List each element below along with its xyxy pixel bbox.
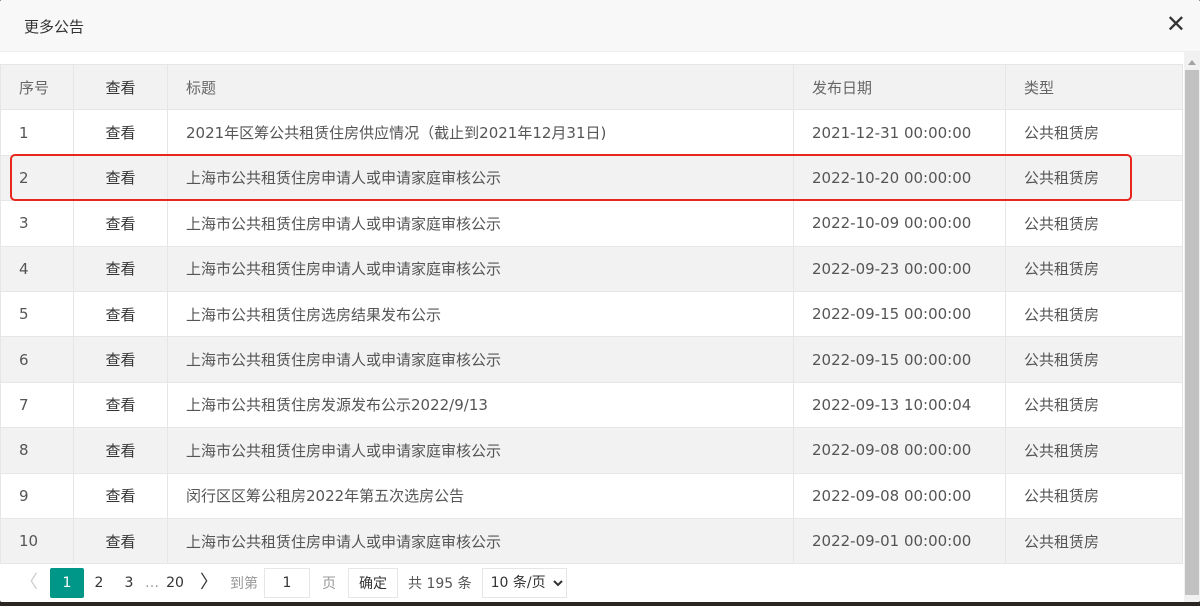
table-row: 7 查看 上海市公共租赁住房发源发布公示2022/9/13 2022-09-13 10… xyxy=(0,381,1183,429)
row-index: 5 xyxy=(0,290,74,338)
row-date: 2022-09-01 00:00:00 xyxy=(793,517,1006,565)
table-row: 6 查看 上海市公共租赁住房申请人或申请家庭审核公示 2022-09-15 00:00… xyxy=(0,336,1183,383)
prev-page-button[interactable]: 〈 xyxy=(14,568,44,598)
col-type: 类型 xyxy=(1005,63,1183,111)
row-date: 2021-12-31 00:00:00 xyxy=(793,109,1006,156)
row-index: 7 xyxy=(0,381,74,429)
view-link[interactable]: 查看 xyxy=(73,336,168,383)
row-index: 6 xyxy=(0,336,74,383)
col-index: 序号 xyxy=(0,63,74,111)
page-2-button[interactable]: 2 xyxy=(84,568,114,598)
row-title: 2021年区筹公共租赁住房供应情况（截止到2021年12月31日) xyxy=(167,109,794,156)
view-link[interactable]: 查看 xyxy=(73,517,168,565)
row-date: 2022-09-08 00:00:00 xyxy=(793,472,1006,519)
scroll-up-icon[interactable] xyxy=(1188,60,1196,65)
table-row: 4 查看 上海市公共租赁住房申请人或申请家庭审核公示 2022-09-23 00:00… xyxy=(0,245,1183,292)
row-date: 2022-10-09 00:00:00 xyxy=(793,200,1006,247)
row-date: 2022-09-15 00:00:00 xyxy=(793,290,1006,338)
table-row: 1 查看 2021年区筹公共租赁住房供应情况（截止到2021年12月31日) 2021… xyxy=(0,109,1183,156)
scrollbar[interactable] xyxy=(1184,52,1200,602)
announcements-dialog: 更多公告 ✕ 序号 查看 标题 发布日期 类型 1 查看 2021年区筹公共租赁住房… xyxy=(0,0,1200,602)
row-index: 3 xyxy=(0,200,74,247)
page-3-button[interactable]: 3 xyxy=(114,568,144,598)
page-1-button[interactable]: 1 xyxy=(50,567,84,598)
row-type: 公共租赁房 xyxy=(1005,200,1183,247)
row-type: 公共租赁房 xyxy=(1005,109,1183,156)
pagination: 〈 1 2 3 … 20 〉 到第 页 确定 共 195 条 10 条/页 xyxy=(0,563,1182,602)
view-link[interactable]: 查看 xyxy=(73,245,168,292)
row-date: 2022-09-23 00:00:00 xyxy=(793,245,1006,292)
page-20-button[interactable]: 20 xyxy=(160,568,190,598)
row-type: 公共租赁房 xyxy=(1005,336,1183,383)
col-date: 发布日期 xyxy=(793,63,1006,111)
row-index: 8 xyxy=(0,427,74,474)
row-index: 10 xyxy=(0,517,74,565)
table-row: 8 查看 上海市公共租赁住房申请人或申请家庭审核公示 2022-09-08 00:00… xyxy=(0,427,1183,474)
row-type: 公共租赁房 xyxy=(1005,472,1183,519)
row-index: 2 xyxy=(0,154,74,202)
goto-label: 到第 xyxy=(230,575,258,592)
view-link[interactable]: 查看 xyxy=(73,109,168,156)
view-link[interactable]: 查看 xyxy=(73,427,168,474)
announcements-table: 序号 查看 标题 发布日期 类型 1 查看 2021年区筹公共租赁住房供应情况（截止… xyxy=(0,63,1183,565)
page-size-select[interactable]: 10 条/页 xyxy=(481,567,567,598)
row-date: 2022-09-13 10:00:04 xyxy=(793,381,1006,429)
row-type: 公共租赁房 xyxy=(1005,245,1183,292)
table-header-row: 序号 查看 标题 发布日期 类型 xyxy=(0,63,1183,111)
page-label: 页 xyxy=(322,575,336,592)
table-row: 9 查看 闵行区区筹公租房2022年第五次选房公告 2022-09-08 00:00:… xyxy=(0,472,1183,519)
row-type: 公共租赁房 xyxy=(1005,427,1183,474)
col-view: 查看 xyxy=(73,63,168,111)
view-link[interactable]: 查看 xyxy=(73,200,168,247)
table-row: 5 查看 上海市公共租赁住房选房结果发布公示 2022-09-15 00:00:00 公… xyxy=(0,290,1183,338)
view-link[interactable]: 查看 xyxy=(73,381,168,429)
col-title: 标题 xyxy=(167,63,794,111)
row-type: 公共租赁房 xyxy=(1005,290,1183,338)
row-title: 上海市公共租赁住房申请人或申请家庭审核公示 xyxy=(167,336,794,383)
row-type: 公共租赁房 xyxy=(1005,381,1183,429)
row-title: 上海市公共租赁住房申请人或申请家庭审核公示 xyxy=(167,154,794,202)
table-row: 3 查看 上海市公共租赁住房申请人或申请家庭审核公示 2022-10-09 00:00… xyxy=(0,200,1183,247)
row-index: 9 xyxy=(0,472,74,519)
row-title: 闵行区区筹公租房2022年第五次选房公告 xyxy=(167,472,794,519)
view-link[interactable]: 查看 xyxy=(73,472,168,519)
row-title: 上海市公共租赁住房申请人或申请家庭审核公示 xyxy=(167,245,794,292)
dialog-header: 更多公告 ✕ xyxy=(0,0,1200,52)
pagination-ellipsis: … xyxy=(145,574,159,591)
row-title: 上海市公共租赁住房申请人或申请家庭审核公示 xyxy=(167,517,794,565)
row-title: 上海市公共租赁住房选房结果发布公示 xyxy=(167,290,794,338)
row-title: 上海市公共租赁住房申请人或申请家庭审核公示 xyxy=(167,200,794,247)
close-icon[interactable]: ✕ xyxy=(1166,12,1186,36)
row-date: 2022-09-15 00:00:00 xyxy=(793,336,1006,383)
table-row: 10 查看 上海市公共租赁住房申请人或申请家庭审核公示 2022-09-01 00:0… xyxy=(0,517,1183,565)
next-page-button[interactable]: 〉 xyxy=(194,568,224,598)
dialog-title: 更多公告 xyxy=(24,18,85,36)
table-row: 2 查看 上海市公共租赁住房申请人或申请家庭审核公示 2022-10-20 00:00… xyxy=(0,154,1183,202)
row-date: 2022-10-20 00:00:00 xyxy=(793,154,1006,202)
confirm-button[interactable]: 确定 xyxy=(348,567,398,598)
total-count: 共 195 条 xyxy=(408,575,472,592)
row-index: 4 xyxy=(0,245,74,292)
row-type: 公共租赁房 xyxy=(1005,154,1183,202)
row-title: 上海市公共租赁住房申请人或申请家庭审核公示 xyxy=(167,427,794,474)
scrollbar-thumb[interactable] xyxy=(1185,70,1199,595)
view-link[interactable]: 查看 xyxy=(73,154,168,202)
goto-page-input[interactable] xyxy=(264,567,310,598)
row-title: 上海市公共租赁住房发源发布公示2022/9/13 xyxy=(167,381,794,429)
row-type: 公共租赁房 xyxy=(1005,517,1183,565)
row-index: 1 xyxy=(0,109,74,156)
row-date: 2022-09-08 00:00:00 xyxy=(793,427,1006,474)
view-link[interactable]: 查看 xyxy=(73,290,168,338)
